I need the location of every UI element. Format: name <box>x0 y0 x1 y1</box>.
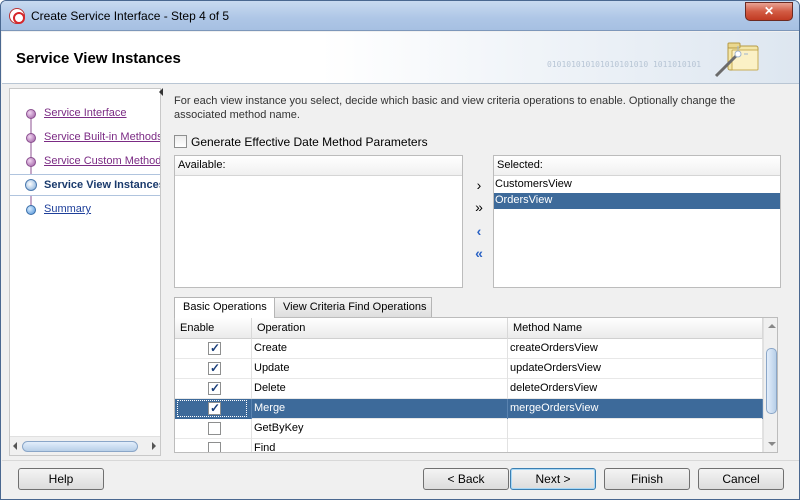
nav-label: Service Built-in Methods <box>44 131 160 143</box>
title-bar[interactable]: Create Service Interface - Step 4 of 5 ✕ <box>1 1 799 31</box>
enable-checkbox[interactable] <box>208 361 221 375</box>
enable-checkbox[interactable] <box>208 422 221 435</box>
nav-item-view-instances[interactable]: Service View Instances <box>10 174 160 196</box>
table-row-selected[interactable]: Merge mergeOrdersView <box>175 399 763 419</box>
table-row[interactable]: Find <box>175 439 763 452</box>
tab-view-criteria-find[interactable]: View Criteria Find Operations <box>274 297 432 317</box>
footer-divider <box>2 460 799 461</box>
tab-basic-operations[interactable]: Basic Operations <box>174 297 275 318</box>
table-row[interactable]: GetByKey <box>175 419 763 439</box>
table-row[interactable]: Create createOrdersView <box>175 339 763 359</box>
column-header-enable[interactable]: Enable <box>175 318 252 339</box>
operation-cell: Delete <box>252 379 508 399</box>
folder-wand-icon <box>714 42 759 78</box>
operation-cell: GetByKey <box>252 419 508 439</box>
wizard-window: Create Service Interface - Step 4 of 5 ✕… <box>0 0 800 500</box>
move-right-icon[interactable]: › <box>471 177 487 193</box>
column-header-operation[interactable]: Operation <box>252 318 508 339</box>
back-button[interactable]: < Back <box>423 468 509 490</box>
wizard-nav: Service Interface Service Built-in Metho… <box>9 88 161 456</box>
available-list[interactable]: Available: <box>174 155 463 288</box>
nav-label: Service Custom Methods <box>44 155 160 167</box>
effective-date-checkbox[interactable] <box>174 135 187 148</box>
page-title: Service View Instances <box>16 50 181 67</box>
nav-item-summary[interactable]: Summary <box>10 199 160 221</box>
scroll-left-icon[interactable] <box>13 442 17 450</box>
nav-label: Summary <box>44 203 92 215</box>
scroll-thumb[interactable] <box>766 348 777 414</box>
enable-checkbox[interactable] <box>208 341 221 355</box>
column-header-method-name[interactable]: Method Name <box>508 318 763 339</box>
list-item-customersview[interactable]: CustomersView <box>494 177 780 193</box>
step-dot-icon <box>26 133 36 143</box>
enable-checkbox[interactable] <box>208 401 221 415</box>
scroll-thumb[interactable] <box>22 441 138 452</box>
method-name-cell[interactable] <box>508 439 763 452</box>
method-name-cell[interactable] <box>508 419 763 439</box>
move-left-icon[interactable]: ‹ <box>471 223 487 239</box>
scroll-down-icon[interactable] <box>768 442 776 446</box>
enable-checkbox[interactable] <box>208 442 221 452</box>
nav-label: Service Interface <box>44 107 127 119</box>
available-header: Available: <box>175 156 462 176</box>
method-name-cell[interactable]: createOrdersView <box>508 339 763 359</box>
nav-horizontal-scrollbar[interactable] <box>10 436 160 455</box>
table-header: Enable Operation Method Name <box>175 318 763 339</box>
scroll-up-icon[interactable] <box>768 324 776 328</box>
collapse-nav-icon[interactable] <box>159 88 163 96</box>
operations-table: Enable Operation Method Name Create crea… <box>174 317 778 453</box>
method-name-cell[interactable]: deleteOrdersView <box>508 379 763 399</box>
current-step-icon <box>25 179 37 191</box>
nav-item-custom-methods[interactable]: Service Custom Methods <box>10 151 160 173</box>
nav-item-built-in-methods[interactable]: Service Built-in Methods <box>10 127 160 149</box>
operation-cell: Merge <box>252 399 508 419</box>
selected-items: CustomersView OrdersView <box>494 177 780 209</box>
finish-button[interactable]: Finish <box>604 468 690 490</box>
operation-cell: Create <box>252 339 508 359</box>
table-row[interactable]: Delete deleteOrdersView <box>175 379 763 399</box>
enable-checkbox[interactable] <box>208 381 221 395</box>
operation-cell: Update <box>252 359 508 379</box>
move-all-right-icon[interactable]: » <box>471 199 487 215</box>
next-button[interactable]: Next > <box>510 468 596 490</box>
effective-date-label: Generate Effective Date Method Parameter… <box>191 135 428 149</box>
nav-item-service-interface[interactable]: Service Interface <box>10 103 160 125</box>
main-panel: For each view instance you select, decid… <box>164 88 794 458</box>
help-button[interactable]: Help <box>18 468 104 490</box>
step-dot-icon <box>26 205 36 215</box>
wizard-header: Service View Instances 01010101010101010… <box>2 32 799 84</box>
table-row[interactable]: Update updateOrdersView <box>175 359 763 379</box>
list-item-ordersview[interactable]: OrdersView <box>494 193 780 209</box>
nav-label: Service View Instances <box>44 179 160 191</box>
table-vertical-scrollbar[interactable] <box>763 318 777 452</box>
step-dot-icon <box>26 109 36 119</box>
window-title: Create Service Interface - Step 4 of 5 <box>31 9 230 23</box>
cancel-button[interactable]: Cancel <box>698 468 784 490</box>
method-name-cell[interactable]: mergeOrdersView <box>508 399 763 419</box>
instructions-text: For each view instance you select, decid… <box>174 95 736 121</box>
operation-cell: Find <box>252 439 508 452</box>
move-all-left-icon[interactable]: « <box>471 245 487 261</box>
method-name-cell[interactable]: updateOrdersView <box>508 359 763 379</box>
scroll-right-icon[interactable] <box>152 442 156 450</box>
oracle-app-icon <box>9 8 25 24</box>
selected-header: Selected: <box>494 156 780 176</box>
close-button[interactable]: ✕ <box>745 2 793 21</box>
binary-decoration: 010101010101010101010 1011010101 <box>547 60 702 69</box>
step-dot-icon <box>26 157 36 167</box>
selected-list[interactable]: Selected: CustomersView OrdersView <box>493 155 781 288</box>
